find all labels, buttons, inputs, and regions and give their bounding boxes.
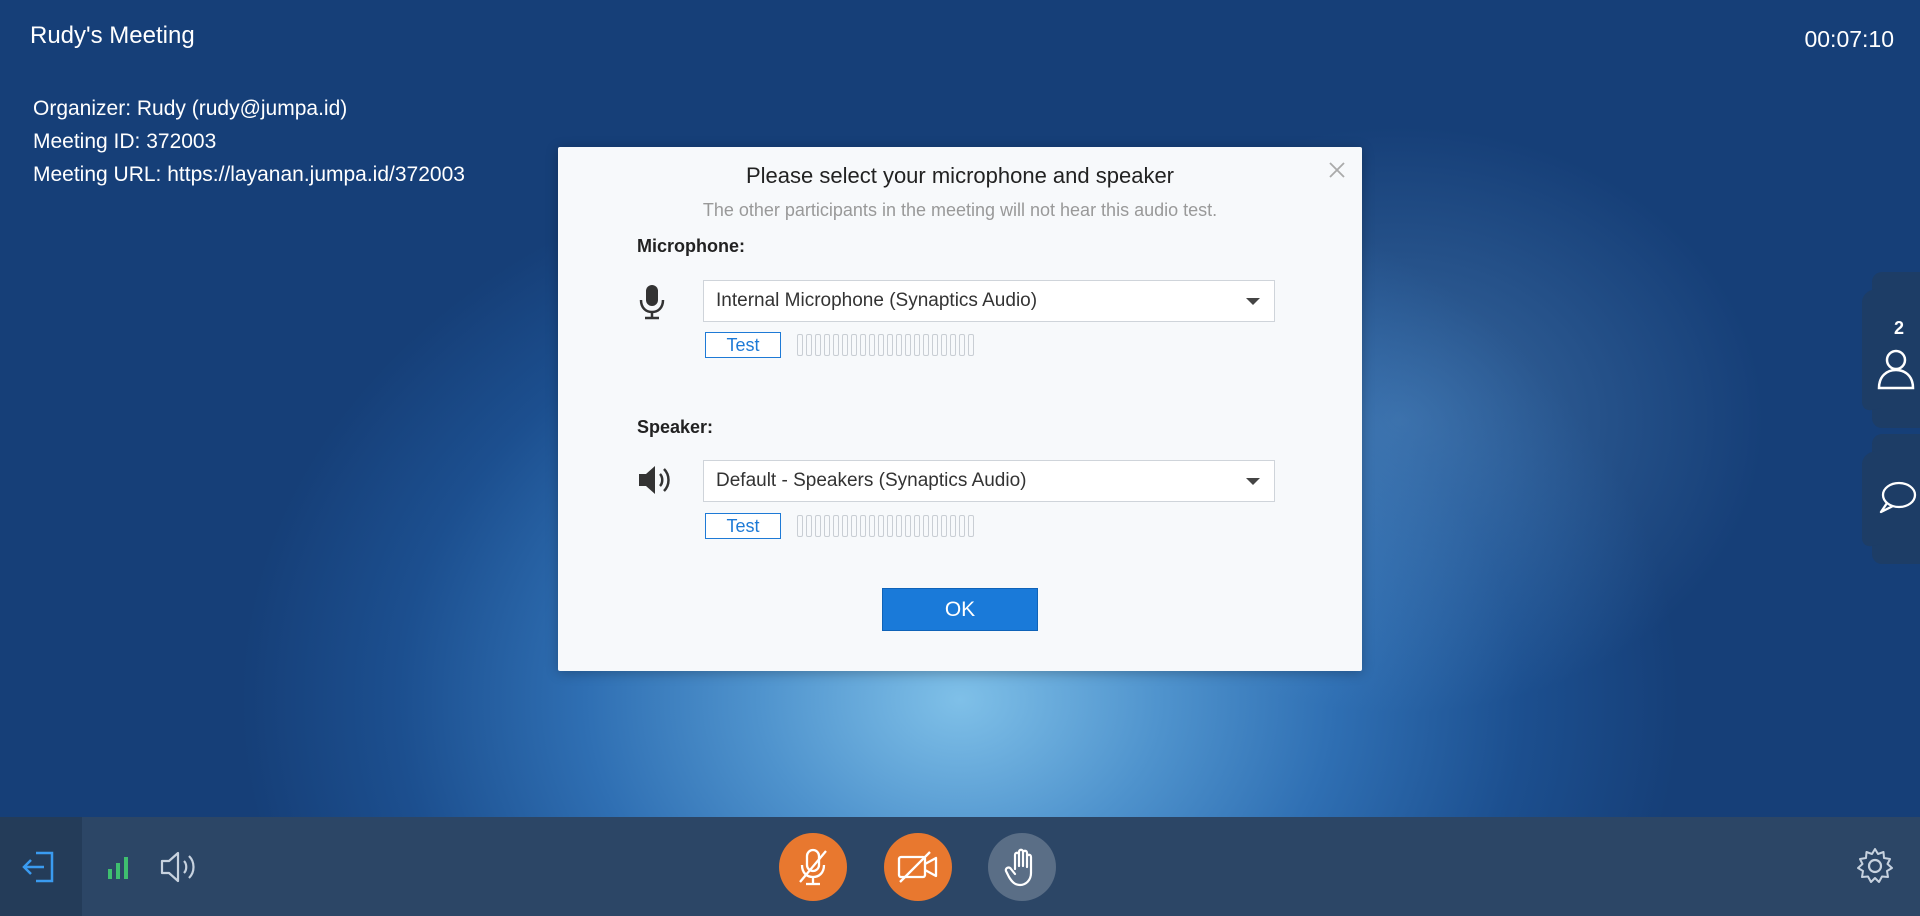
meeting-url-text[interactable]: Meeting URL: https://layanan.jumpa.id/37… bbox=[33, 158, 465, 191]
meter-segment bbox=[869, 334, 875, 356]
organizer-text: Organizer: Rudy (rudy@jumpa.id) bbox=[33, 97, 348, 120]
meter-segment bbox=[824, 515, 830, 537]
mic-muted-icon bbox=[799, 848, 827, 886]
microphone-select-value: Internal Microphone (Synaptics Audio) bbox=[716, 290, 1038, 311]
meter-segment bbox=[887, 515, 893, 537]
meter-segment bbox=[797, 334, 803, 356]
meter-segment bbox=[878, 334, 884, 356]
meter-segment bbox=[842, 334, 848, 356]
microphone-select[interactable]: Internal Microphone (Synaptics Audio) bbox=[703, 280, 1275, 322]
meter-segment bbox=[941, 334, 947, 356]
meter-segment bbox=[851, 334, 857, 356]
meter-segment bbox=[806, 334, 812, 356]
raise-hand-icon bbox=[1004, 848, 1033, 887]
meter-segment bbox=[914, 515, 920, 537]
participants-tab[interactable]: 2 bbox=[1872, 272, 1920, 428]
settings-icon[interactable] bbox=[1856, 847, 1894, 885]
meter-segment bbox=[797, 515, 803, 537]
meter-segment bbox=[950, 334, 956, 356]
meter-segment bbox=[905, 515, 911, 537]
bottom-toolbar bbox=[0, 817, 1920, 916]
meter-segment bbox=[842, 515, 848, 537]
meeting-title: Rudy's Meeting bbox=[30, 22, 195, 49]
meeting-screen: Rudy's Meeting 00:07:10 Organizer: Rudy … bbox=[0, 0, 1920, 916]
microphone-level-meter bbox=[797, 334, 974, 358]
video-off-icon bbox=[897, 851, 938, 883]
signal-icon[interactable] bbox=[107, 854, 129, 880]
meter-segment bbox=[806, 515, 812, 537]
meter-segment bbox=[860, 515, 866, 537]
microphone-icon bbox=[639, 285, 665, 320]
leave-icon bbox=[22, 851, 54, 883]
meter-segment bbox=[932, 515, 938, 537]
meter-segment bbox=[860, 334, 866, 356]
meter-segment bbox=[824, 334, 830, 356]
meter-segment bbox=[815, 515, 821, 537]
raise-hand-button[interactable] bbox=[988, 833, 1056, 901]
meter-segment bbox=[923, 334, 929, 356]
chat-tab[interactable] bbox=[1872, 434, 1920, 564]
microphone-test-button[interactable]: Test bbox=[705, 332, 781, 358]
meter-segment bbox=[869, 515, 875, 537]
meter-segment bbox=[896, 334, 902, 356]
speaker-select[interactable]: Default - Speakers (Synaptics Audio) bbox=[703, 460, 1275, 502]
chat-icon bbox=[1879, 481, 1917, 514]
video-toggle-button[interactable] bbox=[884, 833, 952, 901]
dialog-subtitle: The other participants in the meeting wi… bbox=[702, 200, 1218, 220]
chevron-down-icon bbox=[1246, 298, 1260, 305]
meter-segment bbox=[941, 515, 947, 537]
dialog-title: Please select your microphone and speake… bbox=[745, 163, 1175, 188]
meter-segment bbox=[887, 334, 893, 356]
meter-segment bbox=[914, 334, 920, 356]
speaker-icon bbox=[639, 466, 670, 494]
meter-segment bbox=[968, 334, 974, 356]
speaker-volume-icon[interactable] bbox=[160, 850, 198, 884]
speaker-select-value: Default - Speakers (Synaptics Audio) bbox=[716, 470, 1027, 491]
microphone-label: Microphone: bbox=[637, 236, 745, 256]
meeting-info: Organizer: Rudy (rudy@jumpa.id) Meeting … bbox=[33, 92, 465, 191]
meeting-timer: 00:07:10 bbox=[1804, 26, 1894, 52]
mute-button[interactable] bbox=[779, 833, 847, 901]
participants-icon bbox=[1877, 349, 1915, 390]
meter-segment bbox=[968, 515, 974, 537]
speaker-label: Speaker: bbox=[637, 417, 714, 437]
leave-button[interactable] bbox=[0, 817, 82, 916]
speaker-level-meter bbox=[797, 515, 974, 539]
meter-segment bbox=[932, 334, 938, 356]
meter-segment bbox=[950, 515, 956, 537]
meter-segment bbox=[833, 515, 839, 537]
participant-count: 2 bbox=[1893, 318, 1904, 338]
speaker-test-button[interactable]: Test bbox=[705, 513, 781, 539]
meter-segment bbox=[905, 334, 911, 356]
meter-segment bbox=[959, 515, 965, 537]
meter-segment bbox=[833, 334, 839, 356]
meter-segment bbox=[878, 515, 884, 537]
chevron-down-icon bbox=[1246, 478, 1260, 485]
meter-segment bbox=[851, 515, 857, 537]
meter-segment bbox=[896, 515, 902, 537]
meter-segment bbox=[815, 334, 821, 356]
meter-segment bbox=[923, 515, 929, 537]
meeting-id-text: Meeting ID: 372003 bbox=[33, 130, 217, 153]
audio-setup-dialog: Please select your microphone and speake… bbox=[558, 147, 1362, 671]
ok-button[interactable]: OK bbox=[882, 588, 1038, 631]
meter-segment bbox=[959, 334, 965, 356]
